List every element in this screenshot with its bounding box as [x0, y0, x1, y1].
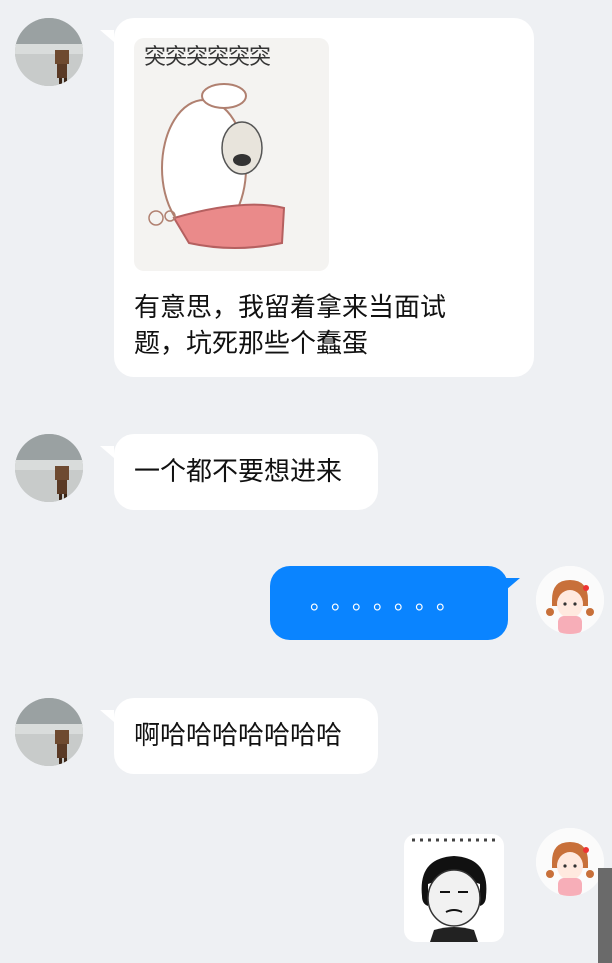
- message-bubble[interactable]: 突突突突突突 有意思，我留着拿来当面试题，坑死那些个蠢蛋: [114, 18, 534, 377]
- message-text: 有意思，我留着拿来当面试题，坑死那些个蠢蛋: [134, 293, 447, 359]
- my-avatar[interactable]: [536, 566, 604, 634]
- message-text: 一个都不要想进来: [134, 457, 343, 487]
- contact-avatar[interactable]: [15, 698, 83, 766]
- message-text: 。。。。。。。: [309, 590, 468, 615]
- message-bubble[interactable]: 。。。。。。。: [270, 566, 508, 640]
- contact-avatar[interactable]: [15, 434, 83, 502]
- contact-avatar[interactable]: [15, 18, 83, 86]
- message-bubble[interactable]: 一个都不要想进来: [114, 434, 378, 510]
- message-text: 啊哈哈哈哈哈哈哈: [134, 721, 343, 751]
- message-bubble[interactable]: 啊哈哈哈哈哈哈哈: [114, 698, 378, 774]
- meme-face-sticker[interactable]: [404, 834, 504, 942]
- sticker-image: 突突突突突突: [134, 38, 329, 271]
- scrollbar[interactable]: [598, 868, 612, 963]
- my-avatar[interactable]: [536, 828, 604, 896]
